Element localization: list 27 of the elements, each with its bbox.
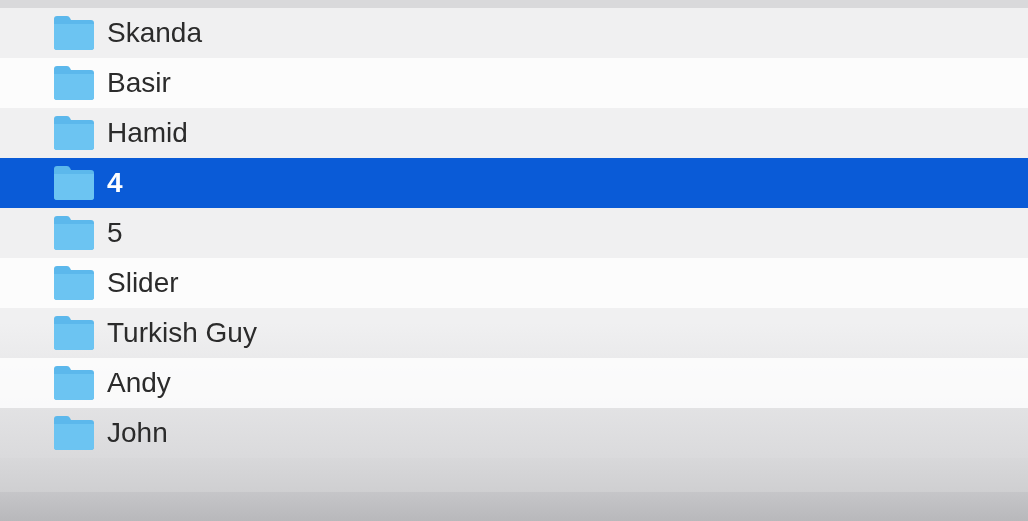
folder-row[interactable]: Skanda — [0, 8, 1028, 58]
folder-name: Turkish Guy — [107, 319, 257, 347]
folder-row[interactable]: Hamid — [0, 108, 1028, 158]
folder-icon — [52, 365, 96, 401]
folder-name: John — [107, 419, 168, 447]
folder-name: Basir — [107, 69, 171, 97]
folder-name: Slider — [107, 269, 179, 297]
folder-icon — [52, 215, 96, 251]
folder-icon — [52, 165, 96, 201]
folder-row[interactable]: 5 — [0, 208, 1028, 258]
folder-name: 5 — [107, 219, 123, 247]
folder-icon — [52, 15, 96, 51]
folder-icon — [52, 65, 96, 101]
folder-row[interactable]: John — [0, 408, 1028, 458]
folder-name: Andy — [107, 369, 171, 397]
folder-row[interactable]: Turkish Guy — [0, 308, 1028, 358]
folder-icon — [52, 265, 96, 301]
folder-icon — [52, 115, 96, 151]
folder-row[interactable]: Basir — [0, 58, 1028, 108]
folder-name: Skanda — [107, 19, 202, 47]
folder-name: 4 — [107, 169, 123, 197]
folder-row[interactable]: 4 — [0, 158, 1028, 208]
folder-row[interactable]: Andy — [0, 358, 1028, 408]
folder-icon — [52, 415, 96, 451]
folder-icon — [52, 315, 96, 351]
folder-name: Hamid — [107, 119, 188, 147]
folder-row[interactable]: Slider — [0, 258, 1028, 308]
